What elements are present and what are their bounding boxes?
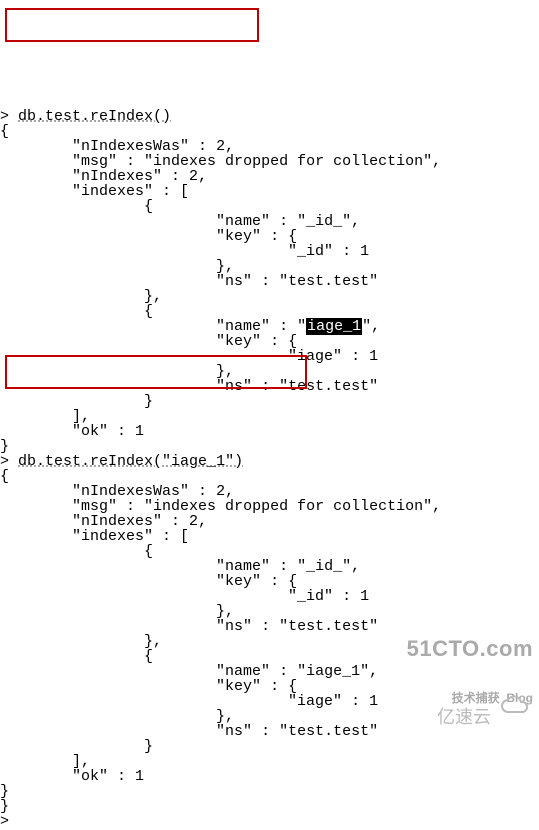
command-2: db.test.reIndex("iage_1")	[18, 453, 243, 470]
field-label: "ok"	[72, 768, 108, 785]
watermark-yisu-text: 亿速云	[437, 708, 491, 726]
watermark-51cto: 51CTO.com 技术捕获 Blog	[407, 606, 533, 720]
highlighted-text: iage_1	[306, 318, 362, 335]
bracket-open: [	[180, 183, 189, 200]
field-value: "test.test"	[279, 273, 378, 290]
field-value: "indexes dropped for collection"	[144, 153, 432, 170]
field-value: "indexes dropped for collection"	[144, 498, 432, 515]
prompt: >	[0, 813, 9, 830]
field-label: "ok"	[72, 423, 108, 440]
brace-open: {	[144, 648, 153, 665]
field-label: "ns"	[216, 723, 252, 740]
field-value: "iage_1"	[297, 663, 369, 680]
field-value: "test.test"	[279, 378, 378, 395]
brace-close: }	[144, 738, 153, 755]
field-value: 1	[360, 243, 369, 260]
highlight-box-1	[5, 8, 259, 42]
field-label: "ns"	[216, 618, 252, 635]
field-value: 1	[135, 768, 144, 785]
command-1: db.test.reIndex()	[18, 108, 171, 125]
field-label: "_id"	[288, 243, 333, 260]
quote: "	[297, 318, 306, 335]
field-value: "_id_"	[297, 558, 351, 575]
field-label: "key"	[216, 333, 261, 350]
brace-open: {	[144, 303, 153, 320]
bracket-open: [	[180, 528, 189, 545]
brace-open: {	[144, 543, 153, 560]
field-label: "indexes"	[72, 183, 153, 200]
field-value: "_id_"	[297, 213, 351, 230]
field-label: "ns"	[216, 378, 252, 395]
field-value: 1	[360, 588, 369, 605]
field-label: "_id"	[288, 588, 333, 605]
field-value: 2	[189, 168, 198, 185]
field-value: 1	[369, 693, 378, 710]
watermark-main: 51CTO.com	[407, 637, 533, 660]
field-label: "key"	[216, 573, 261, 590]
field-label: "indexes"	[72, 528, 153, 545]
field-value: 2	[189, 513, 198, 530]
field-value: "test.test"	[279, 618, 378, 635]
field-label: "key"	[216, 228, 261, 245]
quote: "	[362, 318, 371, 335]
field-value: "test.test"	[279, 723, 378, 740]
field-label: "iage"	[288, 348, 342, 365]
field-label: "iage"	[288, 693, 342, 710]
field-label: "ns"	[216, 273, 252, 290]
field-label: "key"	[216, 678, 261, 695]
brace-open: {	[144, 198, 153, 215]
brace-close: }	[144, 393, 153, 410]
field-value: 1	[135, 423, 144, 440]
brace-open: {	[0, 123, 9, 140]
brace-open: {	[0, 468, 9, 485]
cloud-icon	[468, 668, 531, 724]
watermark-sub-left: 技术捕获	[452, 691, 500, 705]
watermark-sub-right: Blog	[506, 691, 533, 705]
field-value: 1	[369, 348, 378, 365]
